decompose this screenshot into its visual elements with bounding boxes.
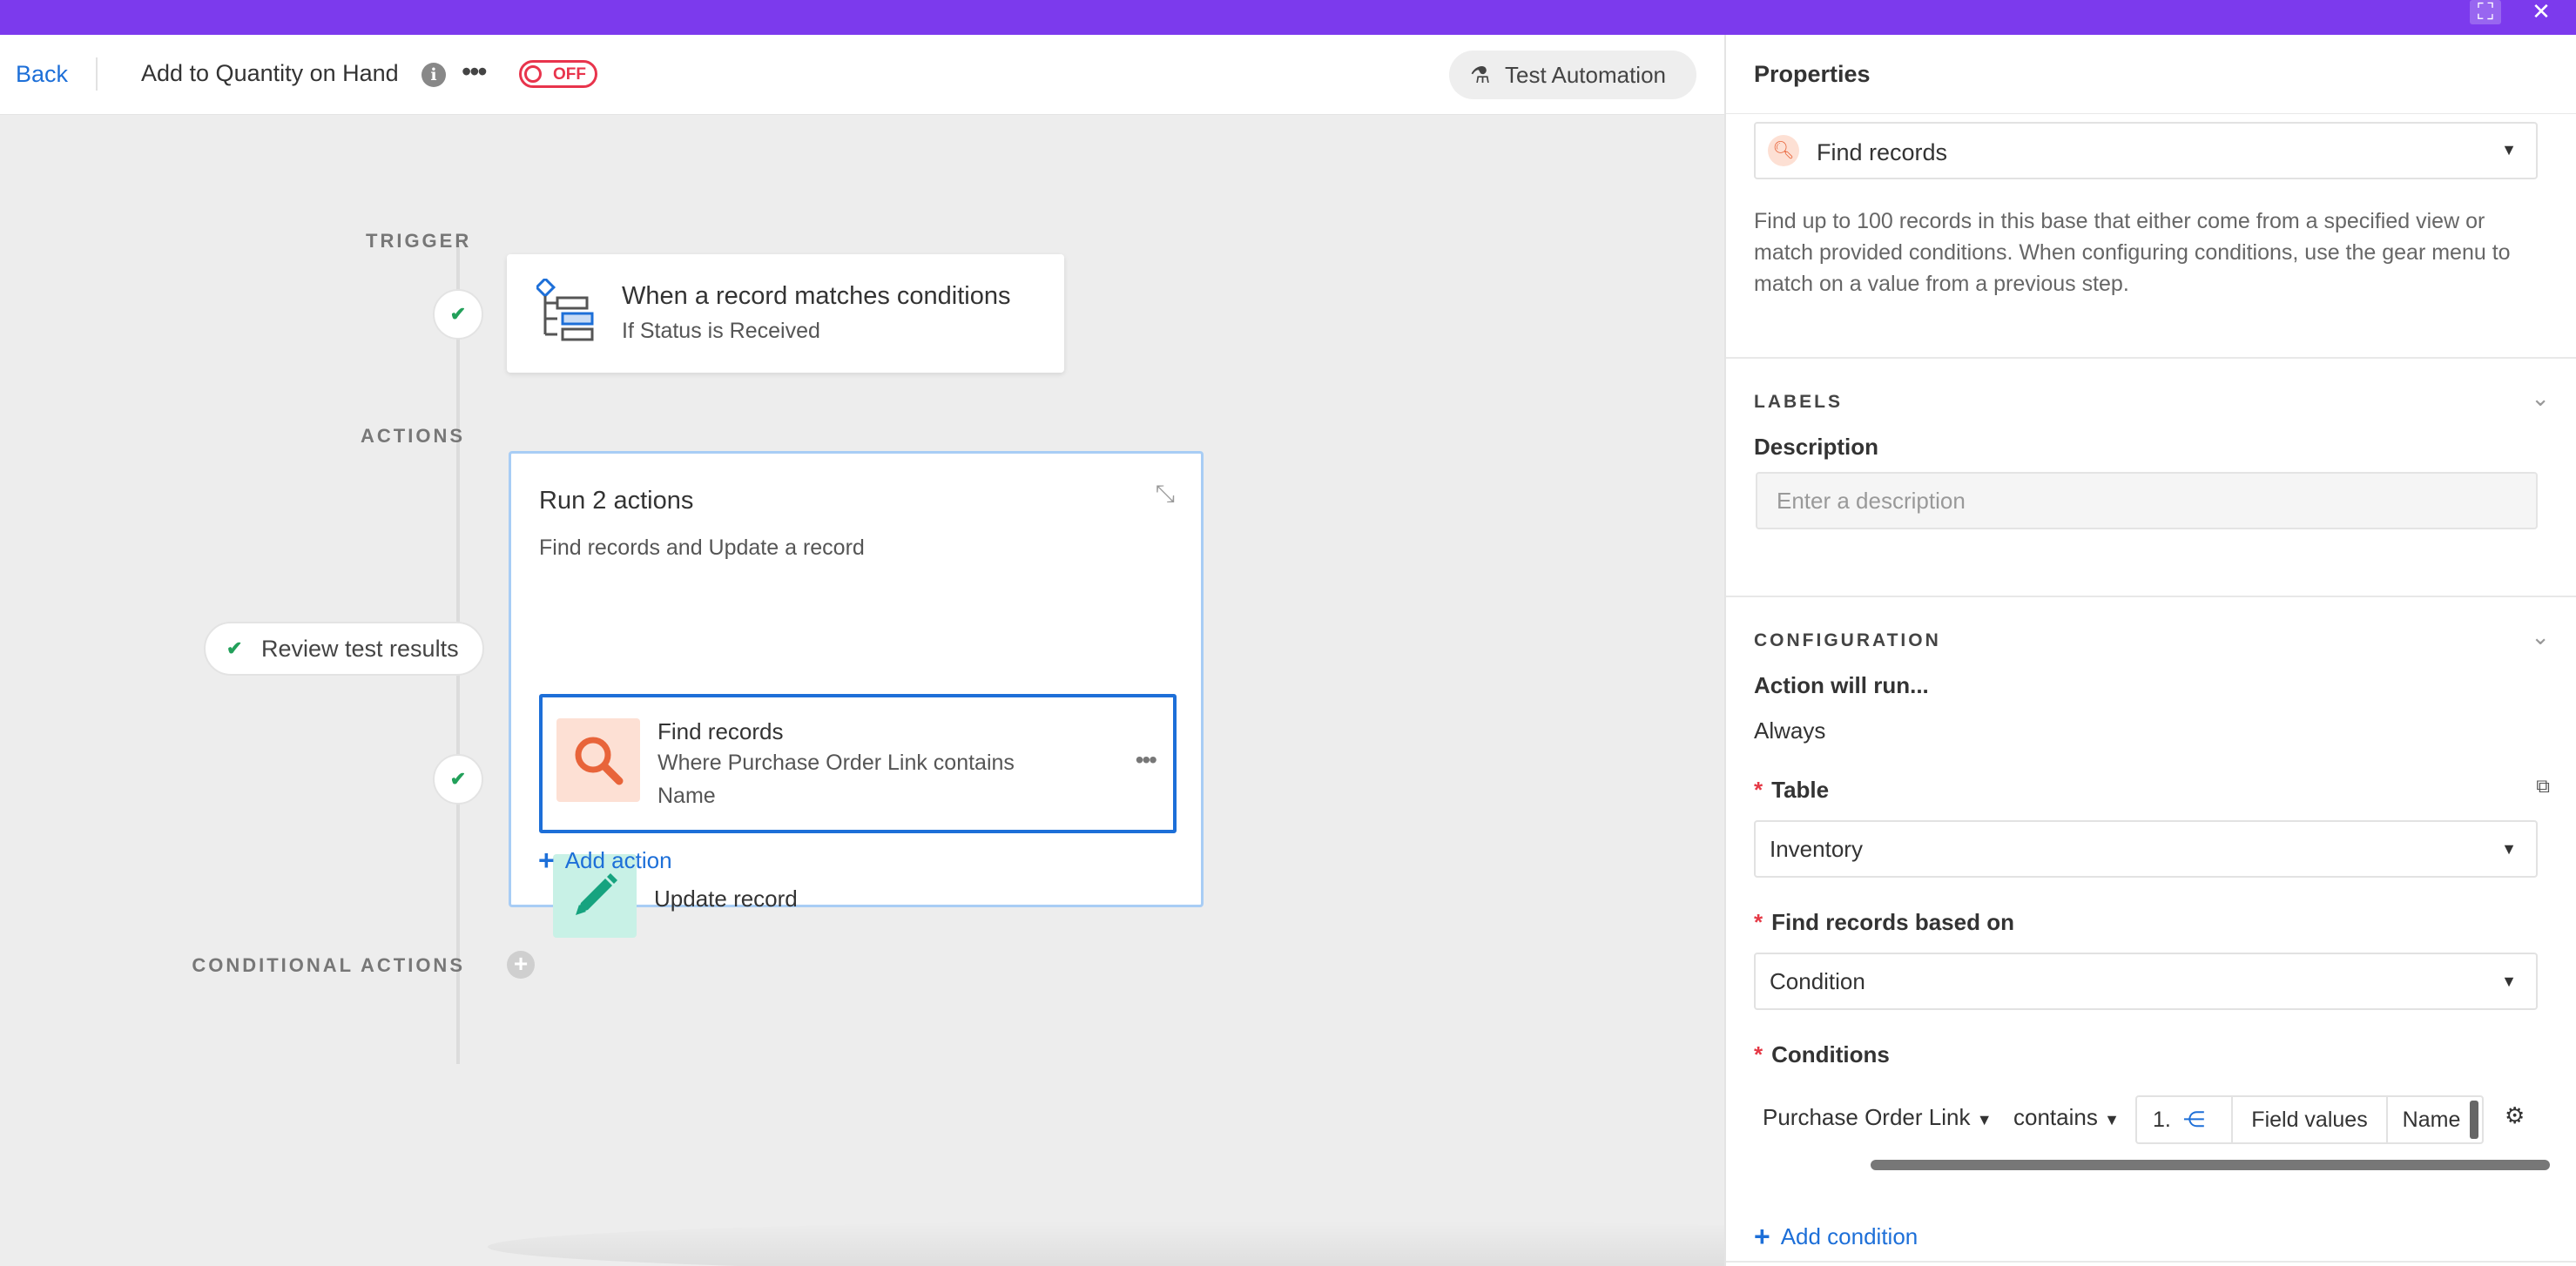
action-will-run-label: Action will run... — [1754, 672, 1929, 698]
test-automation-button[interactable]: ⚗ Test Automation — [1449, 51, 1696, 99]
trigger-section-label: TRIGGER — [366, 230, 472, 252]
add-conditional-action-icon[interactable]: + — [507, 951, 535, 979]
action-find-records[interactable]: Find records Where Purchase Order Link c… — [539, 694, 1177, 833]
value-source[interactable]: Field values — [2233, 1097, 2388, 1142]
conditional-actions-label: CONDITIONAL ACTIONS — [192, 954, 465, 976]
find-based-on-value: Condition — [1770, 968, 1865, 994]
condition-operator-select[interactable]: contains ▼ — [2013, 1104, 2120, 1131]
add-action-button[interactable]: + Add action — [538, 845, 672, 877]
automation-title[interactable]: Add to Quantity on Hand — [141, 60, 399, 87]
step-reference[interactable]: 1. ⋲ — [2137, 1097, 2233, 1142]
find-records-title: Find records — [657, 718, 784, 744]
toggle-knob — [524, 65, 542, 83]
configuration-chevron-icon[interactable]: ⌄ — [2531, 623, 2550, 650]
action-will-run-value[interactable]: Always — [1754, 717, 1825, 744]
automation-header: Back Add to Quantity on Hand i ••• OFF ⚗… — [0, 35, 1724, 115]
action-check-icon: ✔ — [433, 754, 483, 805]
condition-field-select[interactable]: Purchase Order Link ▼ — [1763, 1104, 1993, 1131]
add-condition-button[interactable]: + Add condition — [1754, 1221, 1918, 1253]
header-divider — [96, 57, 98, 91]
panel-title: Properties — [1754, 61, 1871, 87]
close-icon[interactable]: ✕ — [2525, 0, 2557, 24]
chevron-down-icon: ▼ — [2501, 840, 2517, 858]
back-link[interactable]: Back — [16, 61, 68, 88]
trigger-card[interactable]: When a record matches conditions If Stat… — [507, 254, 1064, 373]
open-external-icon[interactable]: ⧉ — [2536, 775, 2550, 798]
chevron-down-icon: ▼ — [2501, 141, 2517, 158]
add-action-label: Add action — [564, 847, 672, 873]
top-bar: ⛶ ✕ — [0, 0, 2576, 35]
find-based-on-label: * Find records based on — [1754, 909, 2014, 935]
test-automation-label: Test Automation — [1505, 62, 1666, 88]
plus-icon: + — [1754, 1221, 1770, 1252]
token-scrollbar[interactable] — [2470, 1101, 2478, 1139]
trigger-subtitle: If Status is Received — [622, 319, 820, 343]
panel-bottom-divider — [1726, 1261, 2576, 1263]
description-label: Description — [1754, 434, 1879, 460]
expand-icon[interactable]: ⛶ — [2470, 0, 2501, 24]
value-field[interactable]: Name — [2388, 1097, 2475, 1142]
search-icon — [575, 737, 624, 785]
horizontal-scrollbar[interactable] — [1871, 1160, 2550, 1170]
conditions-icon: ⋲ — [2182, 1108, 2205, 1132]
action-description: Find up to 100 records in this base that… — [1754, 209, 2511, 296]
condition-row: Purchase Order Link ▼ contains ▼ 1. ⋲ Fie… — [1754, 1095, 2555, 1153]
panel-header-divider — [1726, 113, 2576, 114]
update-record-title[interactable]: Update record — [654, 886, 798, 912]
flask-icon: ⚗ — [1470, 62, 1491, 88]
automation-toggle[interactable]: OFF — [519, 60, 597, 88]
plus-icon: + — [538, 845, 555, 876]
action-type-select[interactable]: 🔍︎ Find records ▼ — [1754, 122, 2538, 179]
chevron-down-icon: ▼ — [2501, 973, 2517, 990]
labels-chevron-icon[interactable]: ⌄ — [2531, 385, 2550, 412]
automation-canvas: TRIGGER ✔ When a record matches conditio… — [0, 115, 2055, 1266]
find-based-on-select[interactable]: Condition ▼ — [1754, 953, 2538, 1010]
find-records-tile — [556, 718, 640, 802]
info-icon[interactable]: i — [421, 63, 446, 87]
review-test-results-button[interactable]: ✔ Review test results — [204, 622, 484, 676]
table-select[interactable]: Inventory ▼ — [1754, 820, 2538, 878]
more-options-icon[interactable]: ••• — [462, 56, 488, 88]
find-records-desc-line2: Name — [657, 784, 716, 808]
section-divider — [1726, 357, 2576, 359]
collapse-icon[interactable]: ⤡ — [1156, 480, 1175, 508]
find-records-desc-line1: Where Purchase Order Link contains — [657, 751, 1015, 775]
run-actions-card[interactable]: Run 2 actions ⤡ Find records and Update … — [509, 451, 1204, 938]
trigger-title: When a record matches conditions — [622, 282, 1011, 310]
labels-section-title: LABELS — [1754, 392, 1843, 412]
toggle-label: OFF — [553, 65, 586, 84]
review-test-results-label: Review test results — [261, 636, 459, 662]
table-value: Inventory — [1770, 836, 1863, 862]
configuration-section-title: CONFIGURATION — [1754, 630, 1941, 650]
conditions-label: * Conditions — [1754, 1041, 1890, 1067]
conditions-icon — [536, 279, 594, 341]
trigger-check-icon: ✔ — [433, 289, 483, 340]
action-type-value: Find records — [1817, 139, 1948, 165]
section-divider — [1726, 596, 2576, 597]
actions-section-label: ACTIONS — [361, 425, 465, 447]
run-actions-title: Run 2 actions — [539, 487, 694, 515]
gear-icon[interactable]: ⚙ — [2505, 1102, 2525, 1129]
properties-panel: Properties 🔍︎ Find records ▼ Find up to … — [1724, 35, 2576, 1266]
condition-value-token[interactable]: 1. ⋲ Field values Name — [2135, 1095, 2484, 1144]
check-icon: ✔ — [226, 637, 243, 659]
search-icon: 🔍︎ — [1768, 135, 1799, 166]
action-more-icon[interactable]: ••• — [1136, 746, 1157, 774]
description-input[interactable] — [1756, 472, 2538, 529]
run-actions-subtitle: Find records and Update a record — [539, 535, 865, 560]
table-label: * Table — [1754, 777, 1830, 803]
add-condition-label: Add condition — [1780, 1223, 1919, 1249]
